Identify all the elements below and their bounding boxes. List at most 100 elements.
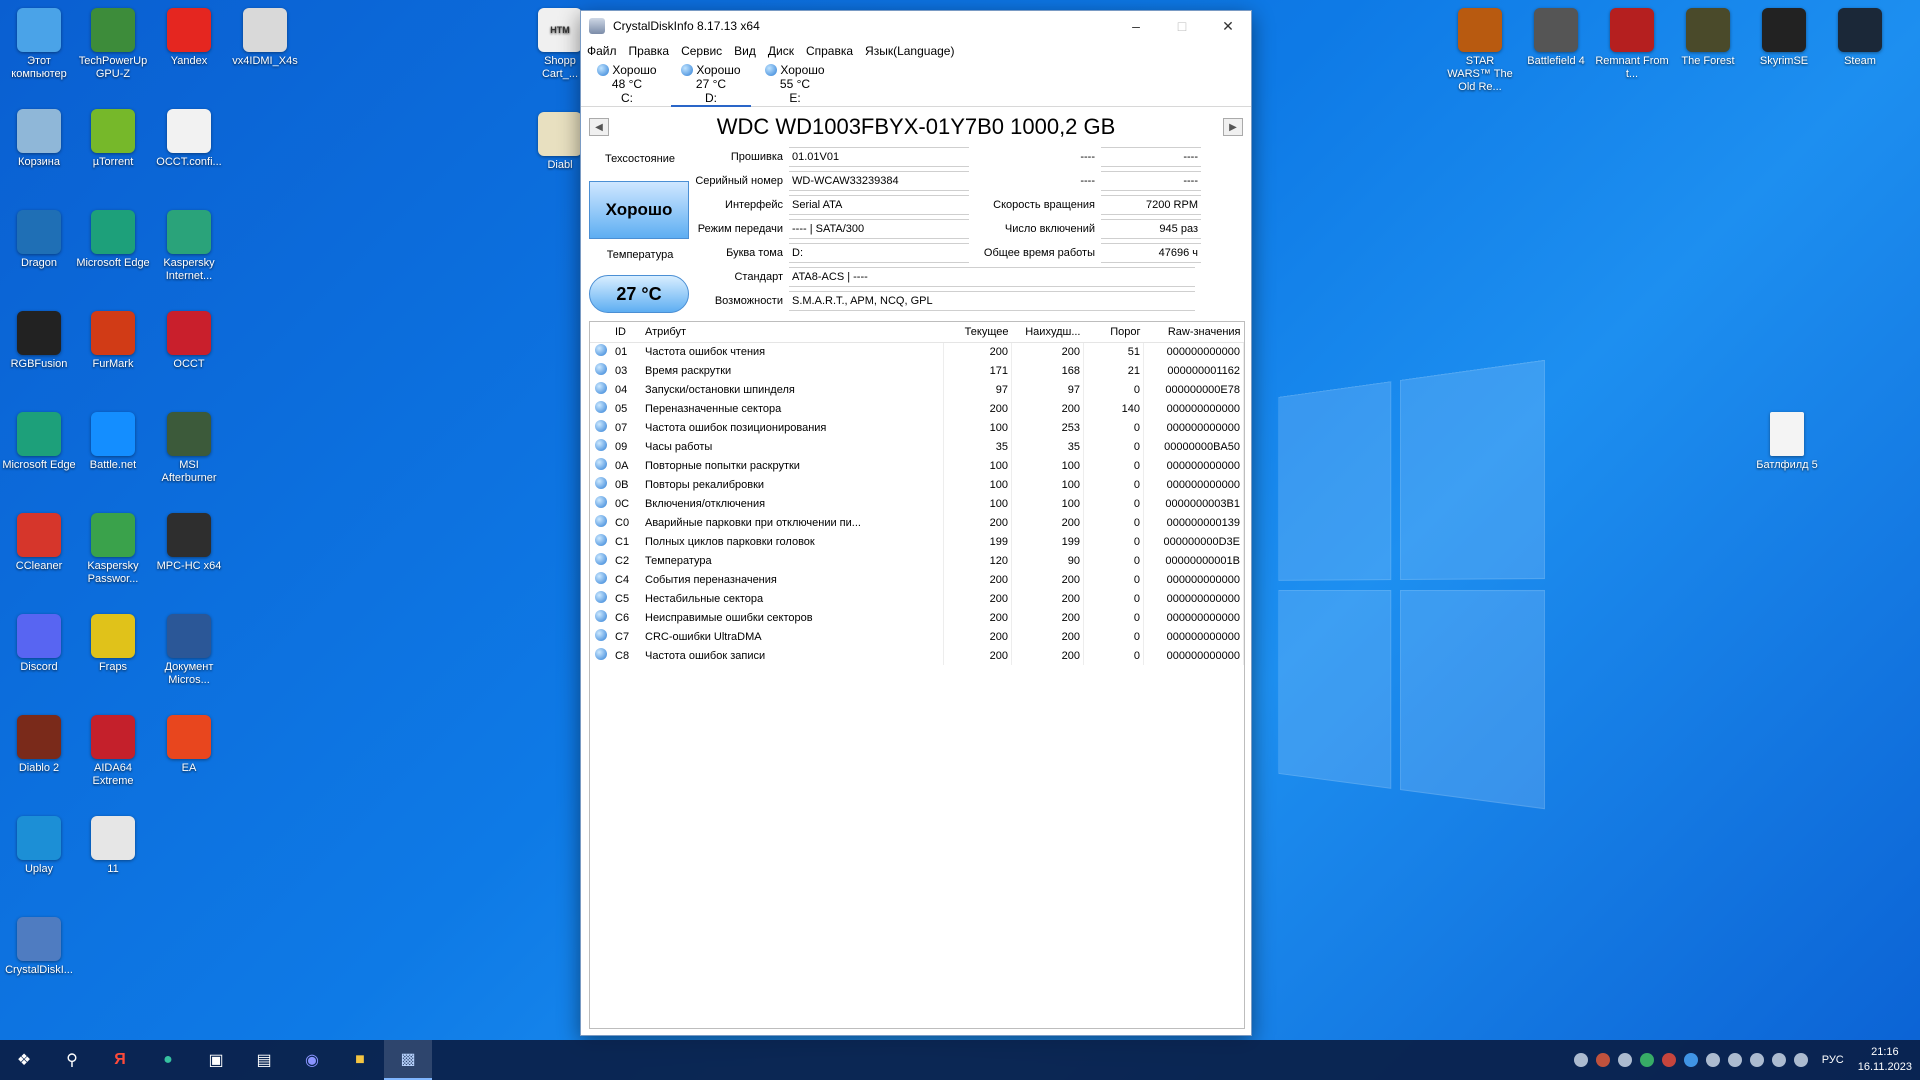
table-row[interactable]: 0A Повторные попытки раскрутки 100 100 0 0000… — [590, 456, 1244, 475]
discord-icon[interactable]: ◉ — [288, 1040, 336, 1080]
desktop-icon[interactable]: Microsoft Edge — [76, 210, 150, 270]
menu-file[interactable]: Файл — [587, 44, 617, 58]
maximize-button[interactable]: □ — [1159, 11, 1205, 41]
crystaldiskinfo-icon[interactable]: ▩ — [384, 1040, 432, 1080]
tray-network-icon[interactable] — [1771, 1053, 1786, 1067]
desktop-icon[interactable]: Battle.net — [76, 412, 150, 472]
menu-edit[interactable]: Правка — [629, 44, 670, 58]
cell-current: 35 — [943, 437, 1012, 456]
table-row[interactable]: C7 CRC-ошибки UltraDMA 200 200 0 000000000000 — [590, 627, 1244, 646]
desktop-icon[interactable]: Uplay — [2, 816, 76, 876]
prev-disk-button[interactable]: ◀ — [589, 118, 609, 136]
menu-disk[interactable]: Диск — [768, 44, 794, 58]
desktop-icon[interactable]: Diablo 2 — [2, 715, 76, 775]
table-row[interactable]: 04 Запуски/остановки шпинделя 97 97 0 0000000… — [590, 380, 1244, 399]
table-row[interactable]: C6 Неисправимые ошибки секторов 200 200 0 000… — [590, 608, 1244, 627]
desktop-icon[interactable]: Fraps — [76, 614, 150, 674]
table-row[interactable]: 03 Время раскрутки 171 168 21 000000001162 — [590, 361, 1244, 380]
desktop-icon[interactable]: CrystalDiskI... — [2, 917, 76, 977]
app-icon[interactable]: ▣ — [192, 1040, 240, 1080]
desktop-icon[interactable]: OCCT.confi... — [152, 109, 226, 169]
desktop-icon[interactable]: The Forest — [1671, 8, 1745, 68]
desktop-icon[interactable]: Корзина — [2, 109, 76, 169]
start-icon[interactable]: ❖ — [0, 1040, 48, 1080]
desktop-icon[interactable]: Yandex — [152, 8, 226, 68]
desktop-icon[interactable]: RGBFusion — [2, 311, 76, 371]
tray-steam-icon[interactable] — [1705, 1053, 1720, 1067]
tray-ccleaner-icon[interactable] — [1661, 1053, 1676, 1067]
drive-e[interactable]: Хорошо 55 °C E: — [753, 61, 837, 106]
desktop-icon[interactable]: Этот компьютер — [2, 8, 76, 81]
menu-help[interactable]: Справка — [806, 44, 853, 58]
table-row[interactable]: C4 События переназначения 200 200 0 000000000… — [590, 570, 1244, 589]
edge-icon[interactable]: ● — [144, 1040, 192, 1080]
table-row[interactable]: 01 Частота ошибок чтения 200 200 51 000000000… — [590, 342, 1244, 361]
col-attribute[interactable]: Атрибут — [642, 322, 944, 343]
explorer-icon[interactable]: ■ — [336, 1040, 384, 1080]
tray-kaspersky-icon[interactable] — [1639, 1053, 1654, 1067]
table-row[interactable]: C0 Аварийные парковки при отключении пи..… — [590, 513, 1244, 532]
desktop-icon[interactable]: OCCT — [152, 311, 226, 371]
table-row[interactable]: 07 Частота ошибок позиционирования 100 253 0… — [590, 418, 1244, 437]
search-icon[interactable]: ⚲ — [48, 1040, 96, 1080]
menu-language[interactable]: Язык(Language) — [865, 44, 954, 58]
yandex-browser-icon[interactable]: Я — [96, 1040, 144, 1080]
minimize-button[interactable]: – — [1113, 11, 1159, 41]
tray-msi-icon[interactable] — [1595, 1053, 1610, 1067]
desktop-icon[interactable]: Kaspersky Passwor... — [76, 513, 150, 586]
desktop-icon[interactable]: µTorrent — [76, 109, 150, 169]
table-row[interactable]: 05 Переназначенные сектора 200 200 140 000000… — [590, 399, 1244, 418]
table-row[interactable]: 0C Включения/отключения 100 100 0 0000000003B… — [590, 494, 1244, 513]
menu-view[interactable]: Вид — [734, 44, 756, 58]
desktop-icon[interactable]: TechPowerUp GPU-Z — [76, 8, 150, 81]
health-status-button[interactable]: Хорошо — [589, 181, 689, 239]
menu-service[interactable]: Сервис — [681, 44, 722, 58]
desktop-icon[interactable]: Steam — [1823, 8, 1897, 68]
drive-c[interactable]: Хорошо 48 °C C: — [585, 61, 669, 106]
desktop-icon[interactable]: 11 — [76, 816, 150, 876]
tray-yandex-icon[interactable] — [1727, 1053, 1742, 1067]
clock[interactable]: 21:16 16.11.2023 — [1858, 1045, 1912, 1075]
desktop-icon[interactable]: EA — [152, 715, 226, 775]
desktop-icon[interactable]: Kaspersky Internet... — [152, 210, 226, 283]
desktop-icon[interactable]: Microsoft Edge — [2, 412, 76, 472]
desktop-icon[interactable]: MSI Afterburner — [152, 412, 226, 485]
desktop-icon[interactable]: FurMark — [76, 311, 150, 371]
drive-d[interactable]: Хорошо 27 °C D: — [669, 61, 753, 107]
table-row[interactable]: C8 Частота ошибок записи 200 200 0 0000000000… — [590, 646, 1244, 665]
desktop-icon[interactable]: STAR WARS™ The Old Re... — [1443, 8, 1517, 94]
desktop-icon[interactable]: Battlefield 4 — [1519, 8, 1593, 68]
title-bar[interactable]: CrystalDiskInfo 8.17.13 x64 – □ ✕ — [581, 11, 1251, 41]
desktop-icon[interactable]: MPC-HC x64 — [152, 513, 226, 573]
desktop-icon[interactable]: Discord — [2, 614, 76, 674]
tray-rgb-icon[interactable] — [1617, 1053, 1632, 1067]
col-id[interactable]: ID — [612, 322, 642, 343]
desktop-icon[interactable]: Dragon — [2, 210, 76, 270]
tray-volume-icon[interactable] — [1793, 1053, 1808, 1067]
tray-discord-icon[interactable] — [1573, 1053, 1588, 1067]
table-row[interactable]: C1 Полных циклов парковки головок 199 199 0 0… — [590, 532, 1244, 551]
table-row[interactable]: 0B Повторы рекалибровки 100 100 0 00000000000… — [590, 475, 1244, 494]
desktop-icon[interactable]: AIDA64 Extreme — [76, 715, 150, 788]
close-button[interactable]: ✕ — [1205, 11, 1251, 41]
tray-battlenet-icon[interactable] — [1683, 1053, 1698, 1067]
desktop-file-battlefield5[interactable]: Батлфилд 5 — [1750, 412, 1824, 472]
col-current[interactable]: Текущее — [943, 322, 1012, 343]
col-threshold[interactable]: Порог — [1083, 322, 1144, 343]
field-serial: Серийный номер WD-WCAW33239384 — [691, 171, 969, 191]
notepad-icon[interactable]: ▤ — [240, 1040, 288, 1080]
col-raw[interactable]: Raw-значения — [1143, 322, 1244, 343]
next-disk-button[interactable]: ▶ — [1223, 118, 1243, 136]
desktop-icon[interactable]: CCleaner — [2, 513, 76, 573]
desktop-icon[interactable]: SkyrimSE — [1747, 8, 1821, 68]
tray-settings-icon[interactable] — [1749, 1053, 1764, 1067]
desktop-icon[interactable]: Документ Micros... — [152, 614, 226, 687]
desktop-icon[interactable]: vx4IDMI_X4s — [228, 8, 302, 68]
table-row[interactable]: C2 Температура 120 90 0 00000000001B — [590, 551, 1244, 570]
table-row[interactable]: 09 Часы работы 35 35 0 00000000BA50 — [590, 437, 1244, 456]
col-status[interactable] — [590, 322, 612, 343]
col-worst[interactable]: Наихудш... — [1011, 322, 1084, 343]
language-indicator[interactable]: РУС — [1822, 1054, 1844, 1066]
table-row[interactable]: C5 Нестабильные сектора 200 200 0 00000000000… — [590, 589, 1244, 608]
desktop-icon[interactable]: Remnant From t... — [1595, 8, 1669, 81]
